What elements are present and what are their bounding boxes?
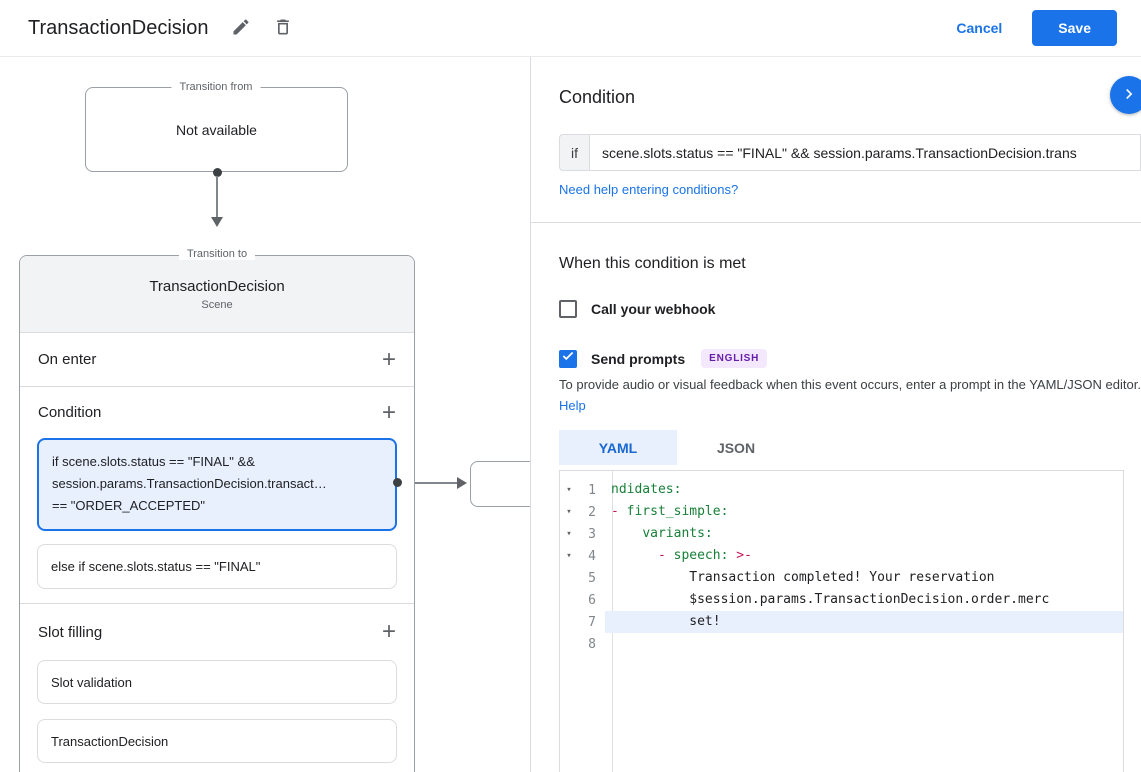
cancel-button[interactable]: Cancel <box>956 20 1002 36</box>
code-text: set! <box>605 611 1123 633</box>
code-text: - speech: >- <box>657 548 752 563</box>
next-scene-node[interactable] <box>470 461 530 507</box>
scene-diagram-panel: Transition from Not available Transition… <box>0 57 531 772</box>
edge-line <box>415 482 460 484</box>
edge-anchor-dot <box>393 478 402 487</box>
main-area: Transition from Not available Transition… <box>0 57 1141 772</box>
edge-arrowhead-icon <box>457 477 467 489</box>
code-text: $session.params.TransactionDecision.orde… <box>611 592 1050 607</box>
fold-arrow-icon[interactable]: ▾ <box>560 529 578 539</box>
transition-from-label: Transition from <box>171 81 261 93</box>
condition-help-link[interactable]: Need help entering conditions? <box>559 182 738 197</box>
slot-card-text: TransactionDecision <box>51 733 169 749</box>
code-text: variants: <box>642 526 713 541</box>
yaml-code-editor[interactable]: ▾ 1 ndidates: ▾ 2 - first_simple: ▾ 3 variants:… <box>559 470 1124 772</box>
condition-heading: Condition <box>559 87 636 107</box>
transition-to-label: Transition to <box>178 248 256 260</box>
fold-arrow-icon[interactable]: ▾ <box>560 551 578 561</box>
prompt-description-text: To provide audio or visual feedback when… <box>559 377 1141 392</box>
top-bar: TransactionDecision Cancel Save <box>0 0 1141 57</box>
add-condition-button[interactable]: + <box>382 400 396 425</box>
send-prompts-row: Send prompts ENGLISH <box>559 349 768 368</box>
condition-input[interactable]: scene.slots.status == "FINAL" && session… <box>589 134 1141 171</box>
line-number: 4 <box>588 548 596 564</box>
trash-icon <box>273 17 293 40</box>
section-divider <box>20 589 414 604</box>
add-slot-button[interactable]: + <box>382 620 396 644</box>
fold-arrow-icon[interactable]: ▾ <box>560 485 578 495</box>
language-badge: ENGLISH <box>701 349 768 368</box>
save-button[interactable]: Save <box>1032 10 1117 46</box>
code-text: Transaction completed! Your reservation <box>611 570 995 585</box>
code-line[interactable]: 8 <box>560 633 1123 655</box>
if-prefix: if <box>559 134 589 171</box>
scene-name: TransactionDecision <box>149 277 285 295</box>
line-number: 6 <box>588 592 596 608</box>
edit-title-button[interactable] <box>228 15 254 41</box>
slot-card[interactable]: Slot validation <box>37 660 397 704</box>
send-prompts-label: Send prompts <box>591 350 686 367</box>
webhook-row: Call your webhook <box>559 300 715 318</box>
condition-input-row: if scene.slots.status == "FINAL" && sess… <box>559 134 1141 171</box>
page-title: TransactionDecision <box>28 16 209 39</box>
add-on-enter-button[interactable]: + <box>382 347 396 372</box>
condition-card-active[interactable]: if scene.slots.status == "FINAL" && sess… <box>37 438 397 531</box>
connector-arrowhead-icon <box>211 217 223 227</box>
tab-json[interactable]: JSON <box>677 430 795 465</box>
connector-line <box>216 176 218 218</box>
code-line[interactable]: ▾ 1 ndidates: <box>560 479 1123 501</box>
panel-divider <box>531 222 1141 223</box>
webhook-checkbox[interactable] <box>559 300 577 318</box>
checkmark-icon <box>561 349 575 368</box>
on-enter-row: On enter + <box>20 333 414 387</box>
collapse-panel-button[interactable] <box>1110 76 1141 114</box>
code-line[interactable]: 5 Transaction completed! Your reservatio… <box>560 567 1123 589</box>
scene-card-header[interactable]: TransactionDecision Scene <box>20 256 414 333</box>
when-condition-heading: When this condition is met <box>559 255 746 272</box>
code-line[interactable]: 6 $session.params.TransactionDecision.or… <box>560 589 1123 611</box>
transition-from-node[interactable]: Not available <box>85 87 348 172</box>
transition-from-content: Not available <box>176 121 257 138</box>
send-prompts-checkbox[interactable] <box>559 349 577 368</box>
code-line[interactable]: ▾ 4 - speech: >- <box>560 545 1123 567</box>
prompt-description: To provide audio or visual feedback when… <box>559 375 1141 417</box>
scene-card: TransactionDecision Scene On enter + Con… <box>19 255 415 772</box>
editor-tabs: YAML JSON <box>559 430 795 465</box>
code-line[interactable]: 7 set! <box>560 611 1123 633</box>
pencil-icon <box>231 17 251 40</box>
scene-type: Scene <box>201 298 233 311</box>
code-lines: ▾ 1 ndidates: ▾ 2 - first_simple: ▾ 3 variants:… <box>560 479 1123 655</box>
on-enter-label: On enter <box>38 351 97 368</box>
code-line[interactable]: ▾ 3 variants: <box>560 523 1123 545</box>
delete-scene-button[interactable] <box>270 15 296 41</box>
slot-filling-label: Slot filling <box>38 623 103 641</box>
code-text: ndidates: <box>611 482 682 497</box>
condition-section-row: Condition + <box>20 387 414 438</box>
topbar-actions: Cancel Save <box>956 10 1117 46</box>
condition-card[interactable]: else if scene.slots.status == "FINAL" <box>37 544 397 589</box>
code-line[interactable]: ▾ 2 - first_simple: <box>560 501 1123 523</box>
line-number: 7 <box>588 614 596 630</box>
chevron-right-icon <box>1119 84 1139 107</box>
line-number: 8 <box>588 636 596 652</box>
line-number: 1 <box>588 482 596 498</box>
prompt-help-link[interactable]: Help <box>559 398 586 413</box>
slot-card[interactable]: TransactionDecision <box>37 719 397 763</box>
line-number: 2 <box>588 504 596 520</box>
line-number: 5 <box>588 570 596 586</box>
tab-yaml[interactable]: YAML <box>559 430 677 465</box>
fold-arrow-icon[interactable]: ▾ <box>560 507 578 517</box>
condition-card-text: else if scene.slots.status == "FINAL" <box>51 559 261 574</box>
webhook-label: Call your webhook <box>591 301 716 317</box>
condition-section-label: Condition <box>38 404 102 421</box>
condition-detail-panel: Condition if scene.slots.status == "FINA… <box>531 57 1141 772</box>
slot-filling-section-row: Slot filling + <box>20 604 414 660</box>
line-number: 3 <box>588 526 596 542</box>
code-text: - first_simple: <box>611 504 729 519</box>
slot-card-text: Slot validation <box>51 674 132 690</box>
